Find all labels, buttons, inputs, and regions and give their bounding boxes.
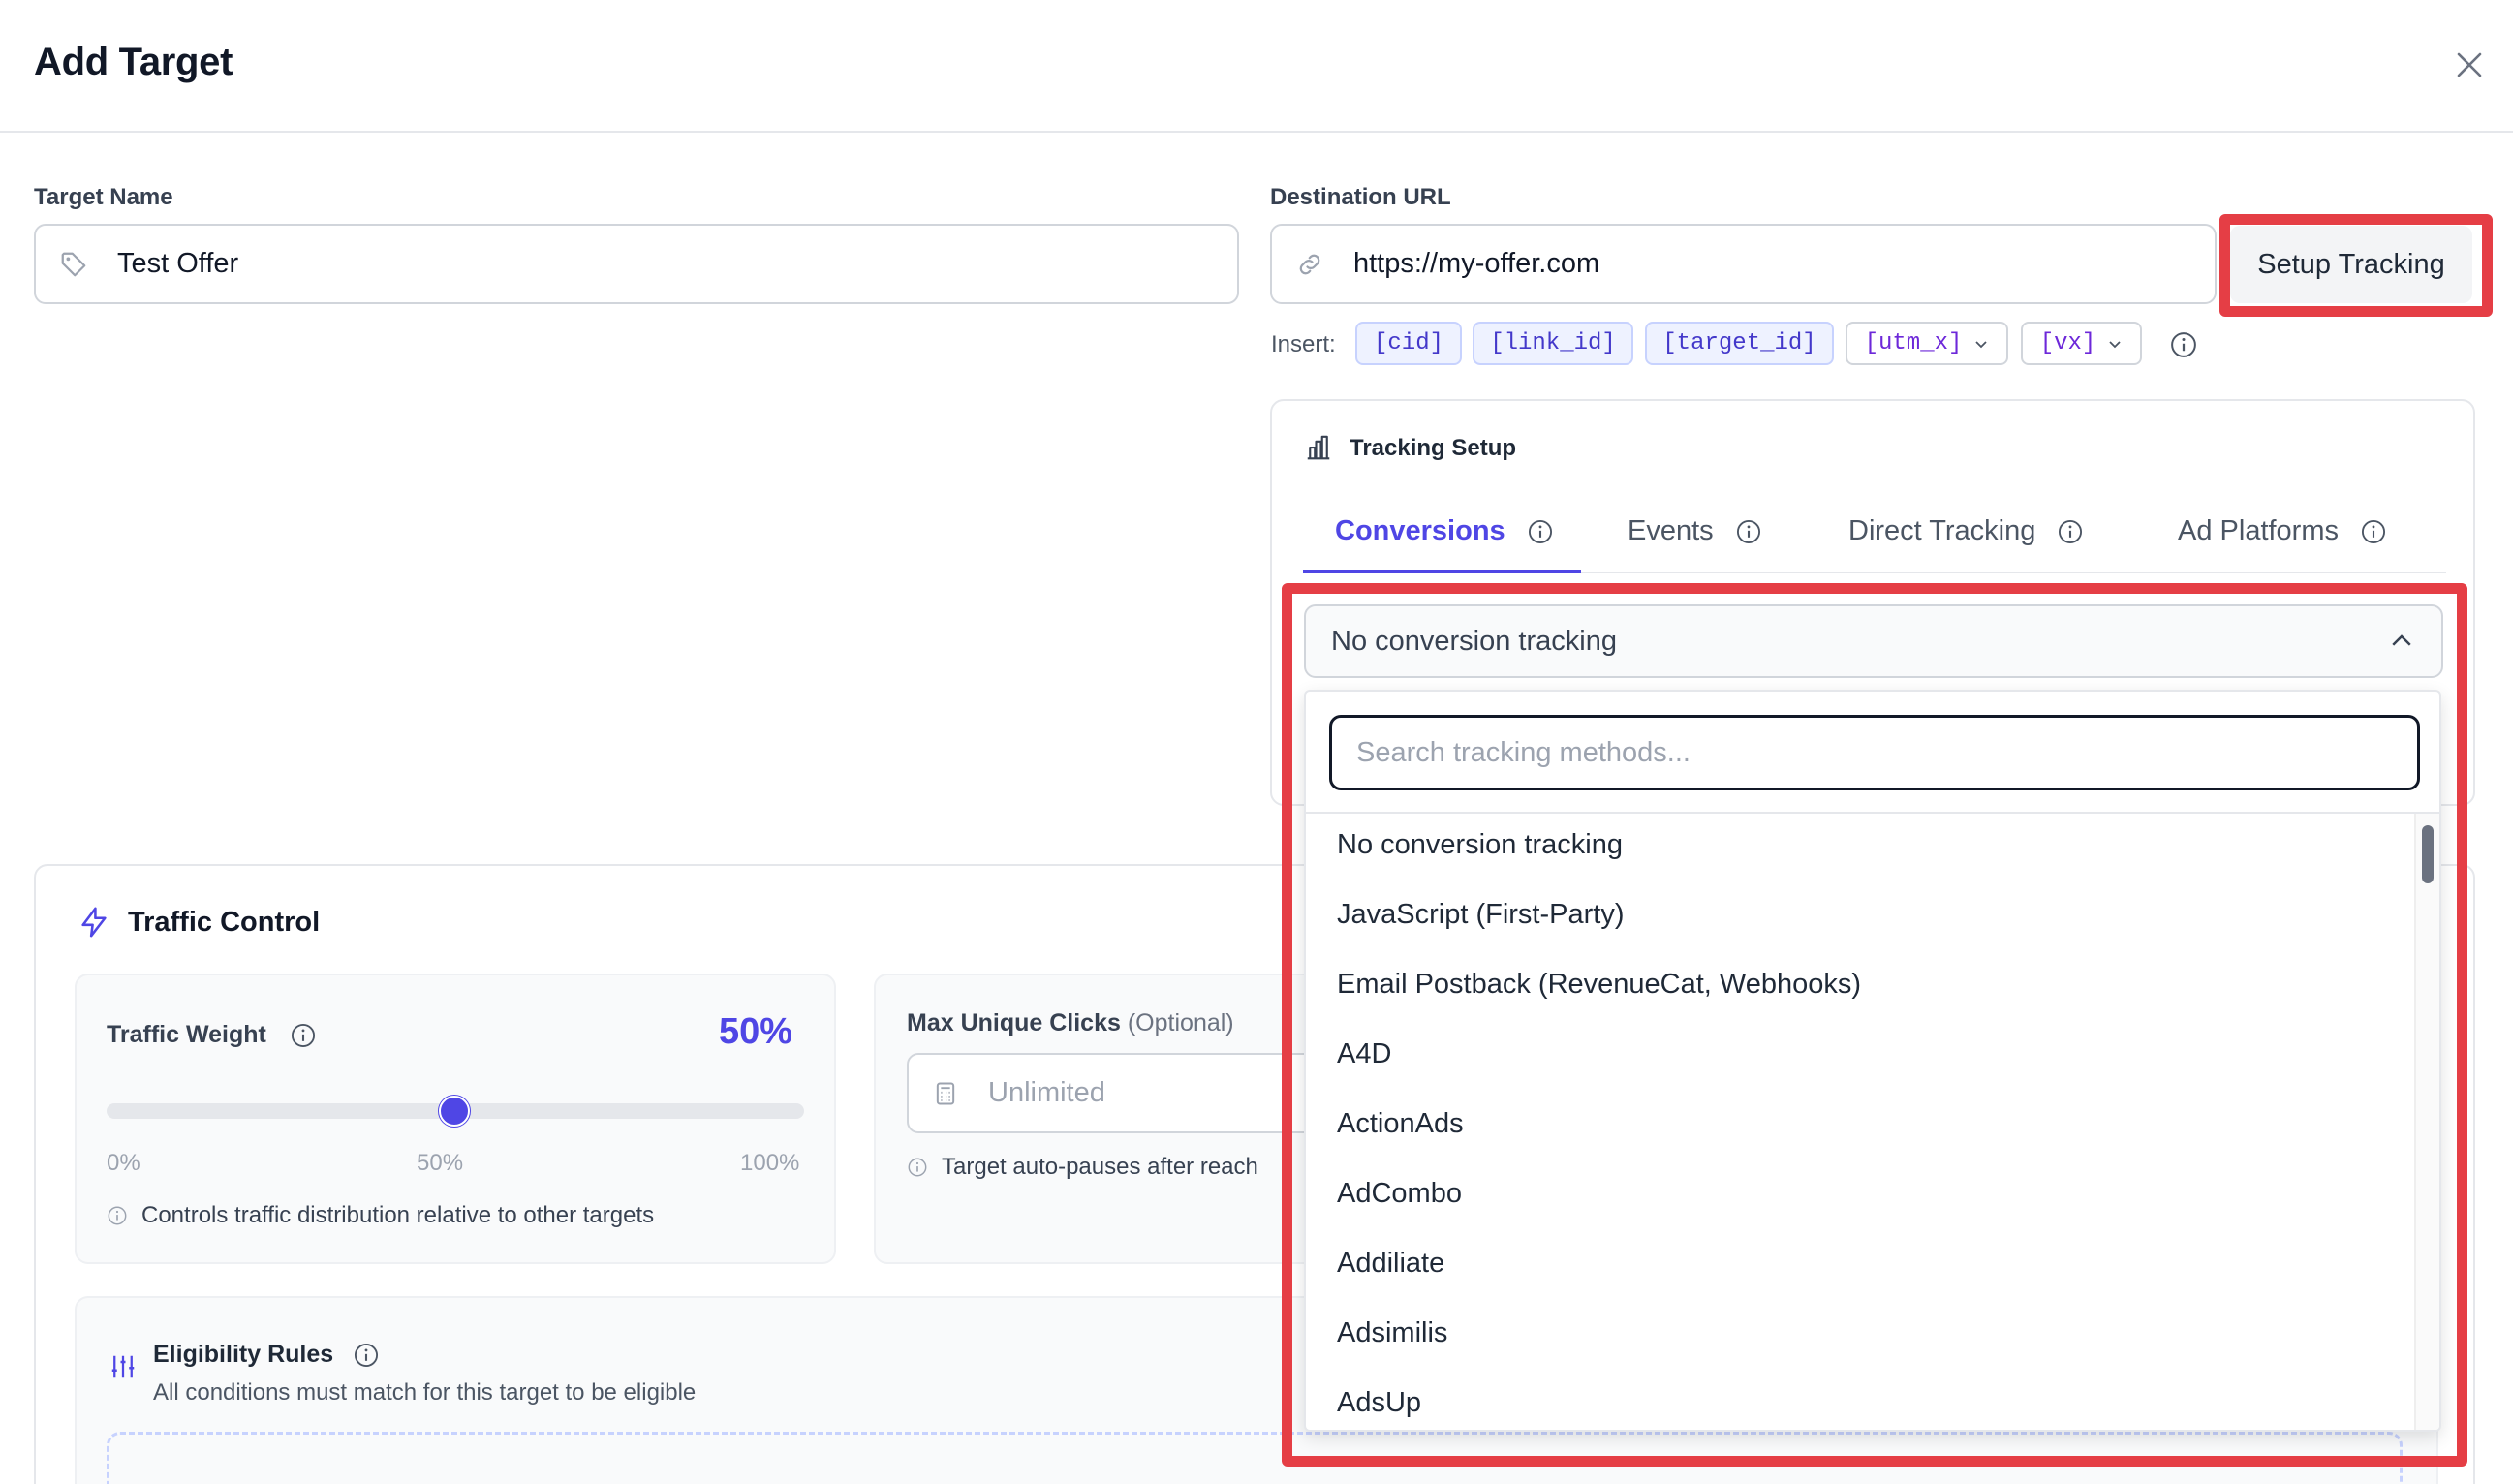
tab-events-label: Events [1628, 515, 1714, 546]
info-icon [1736, 519, 1760, 543]
tab-conversions-label: Conversions [1335, 515, 1505, 546]
highlight-conversion-dropdown [1282, 583, 2467, 1467]
chevron-down-icon [2109, 340, 2121, 348]
traffic-weight-value: 50% [719, 1011, 793, 1052]
insert-target-id-chip[interactable]: [target_id] [1645, 322, 1834, 365]
insert-cid-chip[interactable]: [cid] [1355, 322, 1462, 365]
info-icon [2361, 519, 2386, 543]
utm-chip-label: [utm_x] [1864, 330, 1963, 356]
insert-link-id-chip[interactable]: [link_id] [1473, 322, 1633, 365]
tab-ad-platforms-label: Ad Platforms [2178, 515, 2339, 546]
insert-vx-dropdown[interactable]: [vx] [2021, 322, 2142, 365]
tab-direct-tracking-label: Direct Tracking [1848, 515, 2036, 546]
info-icon [291, 1023, 315, 1047]
tab-events[interactable]: Events [1628, 515, 1762, 547]
info-icon [108, 1206, 127, 1225]
max-clicks-placeholder: Unlimited [988, 1077, 1105, 1108]
info-icon [908, 1158, 927, 1177]
target-name-label: Target Name [34, 184, 173, 210]
max-clicks-optional: (Optional) [1127, 1009, 1234, 1036]
max-clicks-label-row: Max Unique Clicks (Optional) [907, 1009, 1234, 1037]
eligibility-subtitle: All conditions must match for this targe… [153, 1379, 697, 1406]
traffic-weight-label-row: Traffic Weight [107, 1021, 317, 1049]
eligibility-title: Eligibility Rules [153, 1341, 334, 1368]
bar-chart-icon [1304, 433, 1333, 462]
destination-url-value: https://my-offer.com [1353, 248, 1600, 279]
calculator-icon [936, 1082, 955, 1104]
insert-label: Insert: [1271, 331, 1336, 357]
info-icon [2059, 519, 2083, 543]
tab-ad-platforms[interactable]: Ad Platforms [2178, 515, 2387, 547]
tag-icon [61, 252, 86, 276]
info-icon [1528, 519, 1552, 543]
traffic-control-title: Traffic Control [128, 907, 321, 938]
link-icon [1299, 254, 1320, 274]
lightning-icon [78, 906, 110, 939]
tab-conversions[interactable]: Conversions [1335, 515, 1554, 547]
destination-url-field[interactable]: https://my-offer.com [1270, 224, 2217, 304]
tab-direct-tracking[interactable]: Direct Tracking [1848, 515, 2084, 547]
tick-50: 50% [417, 1150, 464, 1176]
close-icon [2457, 52, 2482, 77]
vx-chip-label: [vx] [2039, 330, 2096, 356]
close-button[interactable] [2445, 41, 2494, 89]
traffic-weight-hint: Controls traffic distribution relative t… [107, 1202, 654, 1229]
destination-url-label: Destination URL [1270, 184, 1451, 210]
chevron-down-icon [1975, 340, 1988, 348]
target-name-field[interactable]: Test Offer [34, 224, 1239, 304]
highlight-setup-tracking [2219, 214, 2493, 317]
traffic-weight-slider-thumb[interactable] [439, 1096, 470, 1127]
eligibility-title-row: Eligibility Rules [153, 1341, 380, 1369]
tracking-setup-title: Tracking Setup [1350, 435, 1517, 461]
max-clicks-hint-text: Target auto-pauses after reach [942, 1154, 1258, 1180]
sliders-icon [109, 1352, 138, 1381]
tick-0: 0% [107, 1150, 140, 1176]
insert-info-icon[interactable] [2169, 330, 2198, 359]
dialog-title: Add Target [34, 41, 233, 83]
insert-utm-dropdown[interactable]: [utm_x] [1846, 322, 2008, 365]
traffic-weight-label: Traffic Weight [107, 1021, 266, 1048]
tick-100: 100% [740, 1150, 800, 1176]
target-name-value: Test Offer [117, 248, 239, 279]
info-icon [355, 1343, 379, 1367]
traffic-weight-hint-text: Controls traffic distribution relative t… [141, 1202, 655, 1228]
header-divider [0, 131, 2513, 133]
max-clicks-hint: Target auto-pauses after reach [907, 1154, 1258, 1181]
max-clicks-label: Max Unique Clicks [907, 1009, 1121, 1036]
active-tab-indicator [1303, 570, 1581, 573]
